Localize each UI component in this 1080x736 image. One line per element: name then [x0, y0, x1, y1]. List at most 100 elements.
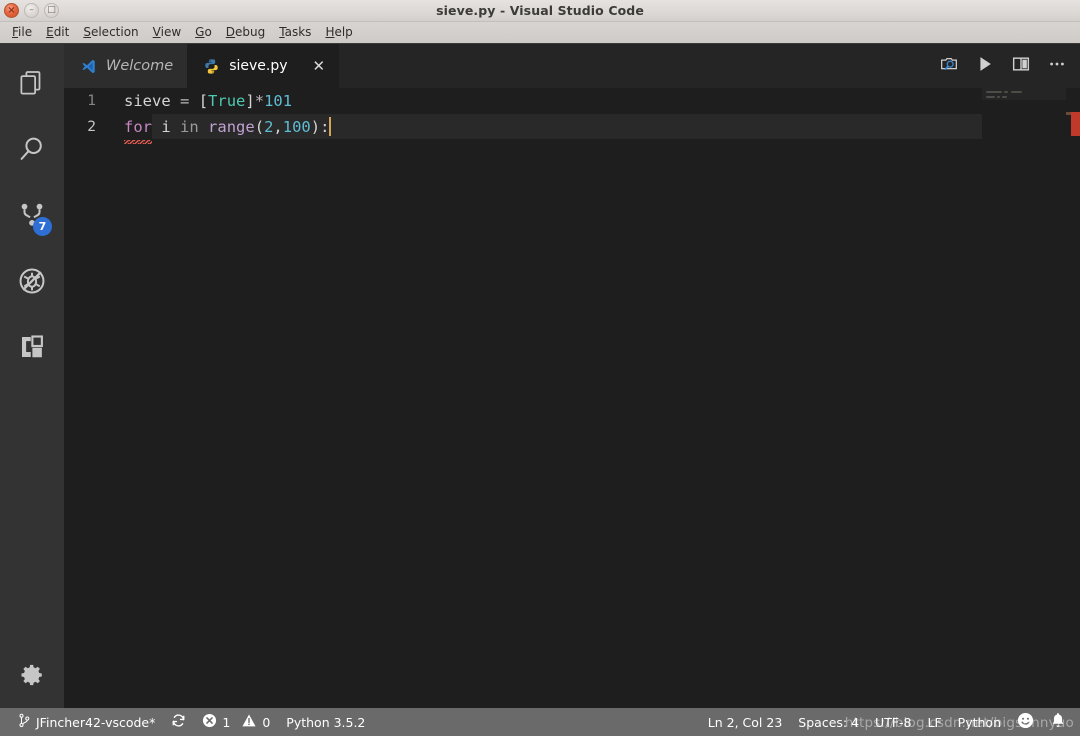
status-language-mode[interactable]: Python [950, 708, 1009, 736]
menu-item-go[interactable]: Go [188, 24, 219, 41]
menu-item-debug[interactable]: Debug [219, 24, 272, 41]
code-token: ( [254, 118, 265, 136]
code-token: sieve [124, 92, 171, 110]
split-editor-button[interactable] [1004, 49, 1038, 83]
code-token: [ [198, 92, 209, 110]
menu-item-view[interactable]: View [146, 24, 188, 41]
error-icon [202, 713, 217, 731]
run-icon [975, 54, 995, 78]
run-button[interactable] [968, 49, 1002, 83]
overview-ruler[interactable] [1066, 88, 1080, 708]
gear-icon [18, 661, 46, 689]
code-token: 101 [264, 92, 293, 110]
menu-item-help[interactable]: Help [318, 24, 359, 41]
status-encoding[interactable]: UTF-8 [867, 708, 919, 736]
text-cursor [329, 117, 332, 136]
code-token: i [161, 118, 171, 136]
code-token: = [180, 92, 190, 110]
code-token: 2 [264, 118, 274, 136]
code-line: 1 sieve = [True]*101 [64, 88, 331, 114]
tab-sieve-py[interactable]: sieve.py ✕ [187, 44, 340, 88]
editor-group: Welcome sieve.py ✕ 1 sieve = [True]*101 … [64, 44, 1080, 708]
python-icon [203, 58, 220, 75]
code-token: ] [245, 92, 255, 110]
sidebar-item-extensions[interactable] [0, 314, 64, 380]
code-token: : [320, 118, 330, 136]
sidebar-item-search[interactable] [0, 116, 64, 182]
code-token: * [254, 92, 265, 110]
sidebar-item-explorer[interactable] [0, 50, 64, 116]
warning-icon [241, 713, 257, 731]
menu-item-label: asks [284, 25, 312, 39]
status-feedback[interactable] [1009, 708, 1042, 736]
minimap-slider[interactable] [982, 88, 1066, 100]
editor-tabbar: Welcome sieve.py ✕ [64, 44, 1080, 88]
sync-icon [171, 713, 186, 731]
status-cursor-position[interactable]: Ln 2, Col 23 [700, 708, 791, 736]
status-cursor-position-label: Ln 2, Col 23 [707, 714, 783, 730]
code-token: in [180, 118, 199, 136]
source-control-badge: 7 [33, 217, 52, 236]
menu-item-label: iew [160, 25, 182, 39]
source-code: 1 sieve = [True]*101 2 for i in range(2,100… [64, 88, 332, 144]
status-sync[interactable] [163, 708, 194, 736]
tab-label: Welcome [106, 58, 174, 74]
menu-item-label: dit [53, 25, 70, 39]
activity-bar: 7 [0, 44, 64, 736]
status-eol-label: LF [927, 714, 942, 730]
editor-content[interactable]: 1 sieve = [True]*101 2 for i in range(2,100… [64, 88, 1080, 708]
debug-icon [16, 265, 48, 297]
split-editor-icon [1011, 54, 1031, 78]
menu-item-label: election [90, 25, 139, 39]
menu-mnemonic: E [46, 25, 54, 39]
window-titlebar: × – □ sieve.py - Visual Studio Code [0, 0, 1080, 22]
more-actions-button[interactable] [1040, 49, 1074, 83]
menu-mnemonic: V [152, 25, 161, 39]
line-number: 1 [87, 93, 96, 109]
menu-item-edit[interactable]: Edit [39, 24, 76, 41]
search-icon [16, 133, 48, 165]
code-token: 100 [282, 118, 311, 136]
sidebar-item-source-control[interactable]: 7 [0, 182, 64, 248]
status-bar-right: Ln 2, Col 23 Spaces: 4 UTF-8 LF Python [700, 708, 1074, 736]
menu-item-label: ile [18, 25, 33, 39]
line-number: 2 [87, 119, 96, 135]
status-indentation[interactable]: Spaces: 4 [790, 708, 867, 736]
status-problems[interactable]: 1 0 [194, 708, 278, 736]
line-text: sieve = [True]*101 [124, 88, 292, 114]
status-eol[interactable]: LF [920, 708, 950, 736]
error-token: for [124, 114, 152, 144]
menu-item-tasks[interactable]: Tasks [272, 24, 318, 41]
code-token: , [273, 118, 283, 136]
tab-welcome[interactable]: Welcome [64, 44, 188, 88]
status-git-branch-label: JFincher42-vscode* [36, 714, 156, 730]
status-python-version-label: Python 3.5.2 [286, 714, 366, 730]
code-line: 2 for i in range(2,100): [64, 114, 332, 144]
branch-icon [18, 713, 31, 731]
status-git-branch[interactable]: JFincher42-vscode* [10, 708, 163, 736]
menu-item-label: ebug [235, 25, 266, 39]
status-encoding-label: UTF-8 [875, 714, 912, 730]
editor-toolbar [932, 44, 1074, 88]
menu-item-file[interactable]: File [5, 24, 39, 41]
preview-icon [939, 54, 959, 78]
status-indentation-label: Spaces: 4 [798, 714, 860, 730]
vscode-window: × – □ sieve.py - Visual Studio Code File… [0, 0, 1080, 736]
preview-button[interactable] [932, 49, 966, 83]
manage-settings-button[interactable] [0, 642, 64, 708]
status-bar: JFincher42-vscode* 1 0 Python 3.5.2 Ln 2… [0, 708, 1080, 736]
window-title: sieve.py - Visual Studio Code [436, 3, 644, 18]
menu-item-selection[interactable]: Selection [76, 24, 145, 41]
line-text: for i in range(2,100): [124, 114, 332, 144]
tab-close-button[interactable]: ✕ [313, 58, 326, 74]
menu-mnemonic: S [83, 25, 91, 39]
status-notifications[interactable] [1042, 708, 1074, 736]
sidebar-item-debug[interactable] [0, 248, 64, 314]
status-python-version[interactable]: Python 3.5.2 [278, 708, 373, 736]
menubar: File Edit Selection View Go Debug Tasks Help [0, 22, 1080, 44]
minimap[interactable] [982, 88, 1066, 708]
vscode-icon [80, 58, 97, 75]
